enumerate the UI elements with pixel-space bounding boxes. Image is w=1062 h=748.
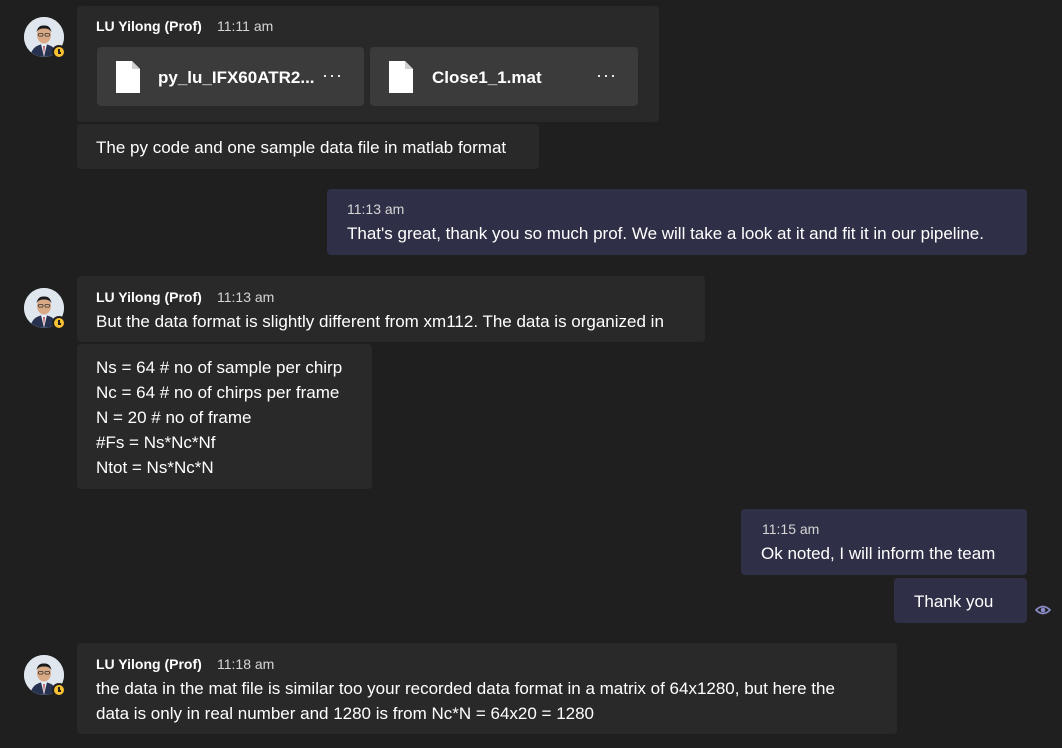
code-line: #Fs = Ns*Nc*Nf (96, 433, 216, 452)
message-timestamp: 11:13 am (347, 201, 405, 217)
code-line: Ntot = Ns*Nc*N (96, 458, 214, 477)
file-icon (389, 61, 413, 93)
message-bubble: 11:13 am That's great, thank you so much… (327, 189, 1027, 255)
message-timestamp: 11:18 am (217, 656, 275, 672)
message-text: That's great, thank you so much prof. We… (347, 224, 984, 243)
away-status-icon (52, 316, 66, 330)
sender-name[interactable]: LU Yilong (Prof) (96, 18, 202, 34)
code-line: N = 20 # no of frame (96, 408, 252, 427)
sender-name[interactable]: LU Yilong (Prof) (96, 289, 202, 305)
more-options-button[interactable]: ··· (322, 66, 343, 84)
eye-icon (1035, 605, 1051, 615)
away-status-icon (52, 683, 66, 697)
message-timestamp: 11:13 am (217, 289, 275, 305)
message-line: the data in the mat file is similar too … (96, 679, 835, 698)
file-name: py_lu_IFX60ATR2... (158, 68, 315, 87)
message-text: Thank you (914, 592, 994, 611)
file-icon (116, 61, 140, 93)
avatar[interactable] (24, 655, 66, 697)
message-text: the data in the mat file is similar too … (96, 676, 835, 726)
code-line: Nc = 64 # no of chirps per frame (96, 383, 340, 402)
message-bubble: 11:15 am Ok noted, I will inform the tea… (741, 509, 1027, 575)
message-bubble: LU Yilong (Prof) 11:18 am the data in th… (77, 643, 897, 734)
message-text: The py code and one sample data file in … (96, 138, 507, 157)
code-block: Ns = 64 # no of sample per chirp Nc = 64… (96, 355, 342, 480)
message-bubble: LU Yilong (Prof) 11:13 am But the data f… (77, 276, 705, 342)
message-timestamp: 11:11 am (217, 18, 274, 34)
message-line: data is only in real number and 1280 is … (96, 704, 595, 723)
file-name: Close1_1.mat (432, 68, 542, 87)
file-attachment-card[interactable]: py_lu_IFX60ATR2... ··· (97, 47, 364, 106)
sender-name[interactable]: LU Yilong (Prof) (96, 656, 202, 672)
message-text: But the data format is slightly differen… (96, 312, 664, 331)
message-bubble: Thank you (894, 578, 1027, 623)
away-status-icon (52, 45, 66, 59)
code-line: Ns = 64 # no of sample per chirp (96, 358, 343, 377)
message-timestamp: 11:15 am (762, 521, 820, 537)
message-text: Ok noted, I will inform the team (761, 544, 996, 563)
avatar[interactable] (24, 17, 66, 59)
message-bubble: LU Yilong (Prof) 11:11 am py_lu_IFX60ATR… (77, 6, 659, 122)
message-bubble: Ns = 64 # no of sample per chirp Nc = 64… (77, 344, 372, 489)
avatar[interactable] (24, 288, 66, 330)
file-attachment-card[interactable]: Close1_1.mat ··· (370, 47, 638, 106)
more-options-button[interactable]: ··· (596, 66, 617, 84)
message-bubble: The py code and one sample data file in … (77, 124, 539, 169)
